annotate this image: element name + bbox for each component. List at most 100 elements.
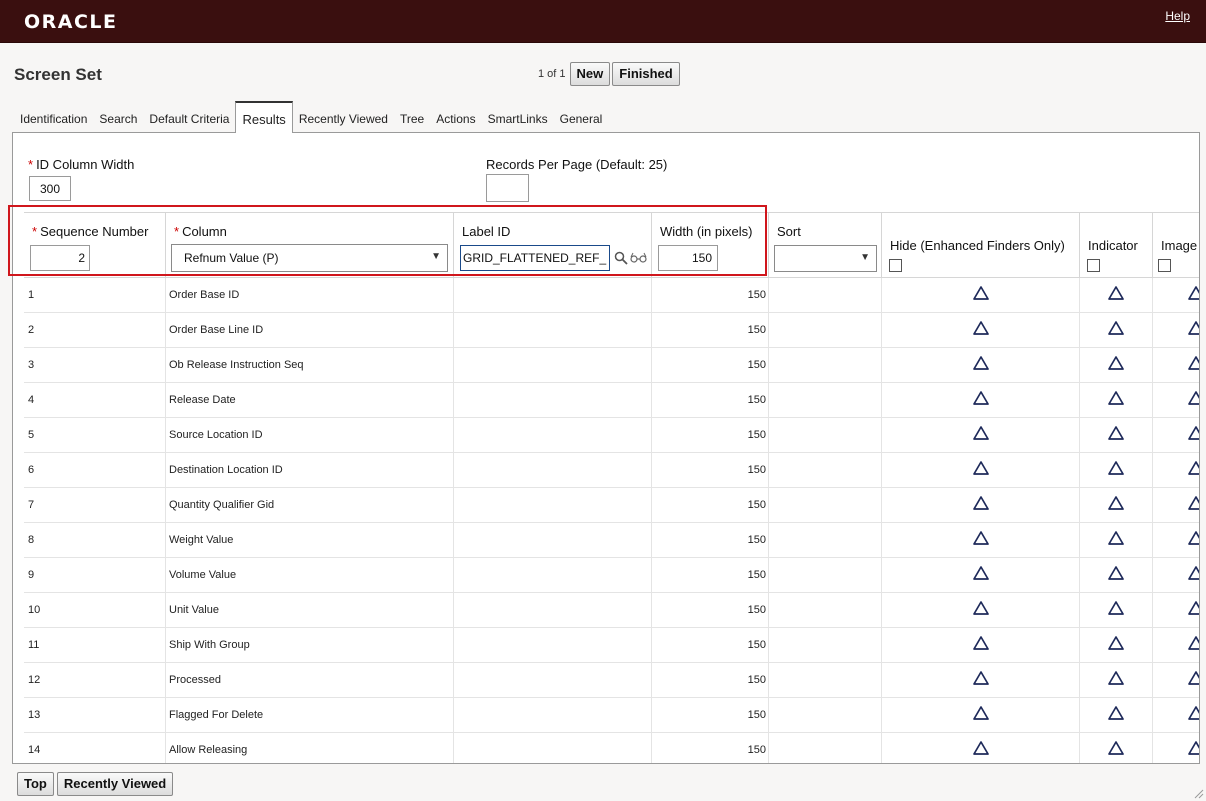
cell-hide [882,663,1080,697]
warning-triangle-icon [1108,495,1124,511]
width-value: 150 [747,569,766,581]
tab-tree[interactable]: Tree [394,112,430,132]
tab-general[interactable]: General [554,112,609,132]
column-value: Volume Value [169,569,237,581]
cell-column[interactable]: Quantity Qualifier Gid [166,488,454,522]
cell-indicator [1080,488,1153,522]
width-value: 150 [747,534,766,546]
sequence-number-input[interactable] [30,245,90,271]
width-input[interactable] [658,245,718,271]
warning-triangle-icon [1188,390,1199,406]
warning-triangle-icon [1188,670,1199,686]
cell-hide [882,488,1080,522]
tab-results[interactable]: Results [235,101,293,133]
cell-hide [882,593,1080,627]
column-select[interactable]: Refnum Value (P) ▼ [171,244,448,272]
warning-triangle-icon [973,600,989,616]
seq-value: 3 [28,359,35,371]
tab-search[interactable]: Search [93,112,143,132]
chevron-down-icon: ▼ [860,252,870,263]
warning-triangle-icon [973,670,989,686]
required-marker: * [174,224,180,239]
cell-column[interactable]: Flagged For Delete [166,698,454,732]
sort-select[interactable]: ▼ [774,245,877,272]
cell-column[interactable]: Order Base ID [166,278,454,312]
cell-label-id [454,733,652,763]
hide-header-text: Hide (Enhanced Finders Only) [890,238,1065,253]
cell-column[interactable]: Release Date [166,383,454,417]
cell-sort [769,348,882,382]
warning-triangle-icon [1188,495,1199,511]
cell-sort [769,593,882,627]
tab-smartlinks[interactable]: SmartLinks [482,112,554,132]
cell-width: 150 [652,593,769,627]
width-value: 150 [747,674,766,686]
id-column-width-label: * ID Column Width [28,157,134,172]
cell-image [1153,488,1199,522]
cell-column[interactable]: Volume Value [166,558,454,592]
column-value: Ob Release Instruction Seq [169,359,304,371]
seq-value: 7 [28,499,35,511]
search-icon[interactable] [614,251,628,265]
recently-viewed-button[interactable]: Recently Viewed [56,772,174,796]
glasses-icon[interactable] [630,252,647,264]
cell-column[interactable]: Weight Value [166,523,454,557]
tab-actions[interactable]: Actions [430,112,481,132]
warning-triangle-icon [973,425,989,441]
warning-triangle-icon [1108,320,1124,336]
cell-indicator [1080,628,1153,662]
cell-column[interactable]: Allow Releasing [166,733,454,763]
column-value: Release Date [169,394,236,406]
width-value: 150 [747,429,766,441]
finished-button[interactable]: Finished [612,62,680,86]
cell-hide [882,453,1080,487]
cell-sort [769,488,882,522]
bottom-toolbar: Top Recently Viewed [17,772,174,796]
pager-count: 1 of 1 [538,68,566,80]
column-header-label: * Column [174,224,227,239]
image-all-checkbox[interactable] [1158,259,1171,272]
header-hide: Hide (Enhanced Finders Only) [882,213,1080,277]
warning-triangle-icon [1188,460,1199,476]
seq-value: 6 [28,464,35,476]
hide-all-checkbox[interactable] [889,259,902,272]
cell-column[interactable]: Destination Location ID [166,453,454,487]
indicator-all-checkbox[interactable] [1087,259,1100,272]
cell-column[interactable]: Order Base Line ID [166,313,454,347]
column-value: Order Base ID [169,289,240,301]
new-button[interactable]: New [569,62,611,86]
indicator-header-text: Indicator [1088,238,1138,253]
id-column-width-input[interactable] [29,176,71,201]
tab-default-criteria[interactable]: Default Criteria [143,112,235,132]
help-link[interactable]: Help [1165,9,1190,23]
header-indicator: Indicator [1080,213,1153,277]
warning-triangle-icon [1188,425,1199,441]
header-label-id: Label ID [454,213,652,277]
cell-column[interactable]: Ship With Group [166,628,454,662]
label-id-input[interactable] [460,245,610,271]
tab-identification[interactable]: Identification [14,112,93,132]
warning-triangle-icon [1188,530,1199,546]
cell-seq: 9 [24,558,166,592]
records-per-page-input[interactable] [486,174,529,202]
cell-indicator [1080,348,1153,382]
cell-width: 150 [652,558,769,592]
resize-grip-icon[interactable] [1192,787,1204,799]
cell-width: 150 [652,453,769,487]
cell-column[interactable]: Unit Value [166,593,454,627]
cell-seq: 5 [24,418,166,452]
cell-column[interactable]: Source Location ID [166,418,454,452]
cell-label-id [454,628,652,662]
cell-hide [882,313,1080,347]
warning-triangle-icon [1108,740,1124,756]
header-image: Image [1153,213,1199,277]
seq-header-label: * Sequence Number [32,224,148,239]
tab-recently-viewed[interactable]: Recently Viewed [293,112,394,132]
cell-column[interactable]: Processed [166,663,454,697]
cell-width: 150 [652,628,769,662]
warning-triangle-icon [1108,460,1124,476]
top-button[interactable]: Top [17,772,54,796]
warning-triangle-icon [1188,600,1199,616]
warning-triangle-icon [1108,600,1124,616]
cell-column[interactable]: Ob Release Instruction Seq [166,348,454,382]
